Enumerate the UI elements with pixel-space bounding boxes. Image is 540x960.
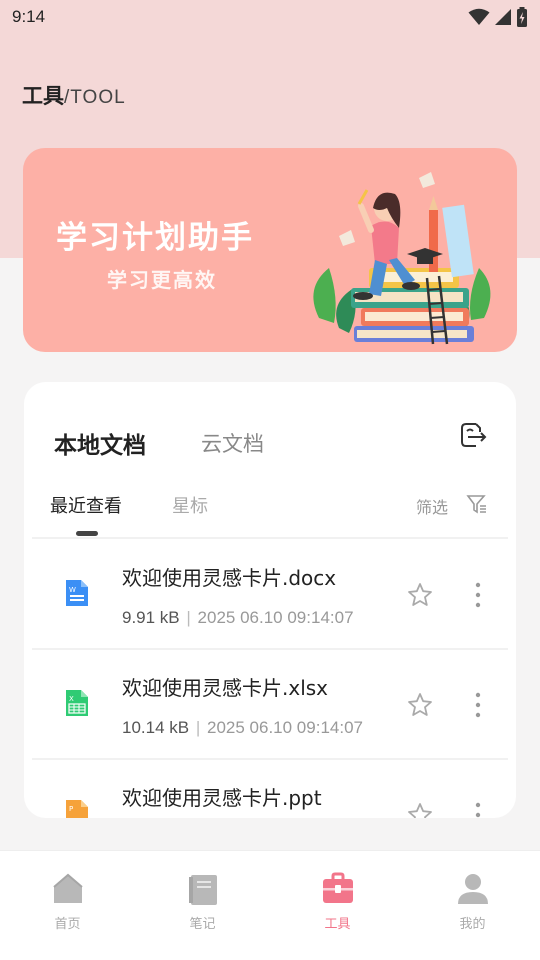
file-size: 10.14 kB: [122, 718, 190, 737]
svg-text:X: X: [69, 695, 74, 703]
file-meta: 10.14 kB | 2025 06.10 09:14:07: [122, 718, 363, 738]
file-name: 欢迎使用灵感卡片.ppt: [122, 786, 322, 810]
filter-button[interactable]: 筛选: [416, 494, 448, 518]
meta-separator: |: [186, 608, 191, 627]
active-tab-indicator: [76, 531, 98, 536]
status-time: 9:14: [12, 7, 46, 26]
banner-title: 学习计划助手: [56, 220, 254, 256]
student-on-books-illustration: [313, 172, 491, 345]
export-file-icon[interactable]: [458, 420, 488, 450]
file-row[interactable]: X 欢迎使用灵感卡片.xlsx 10.14 kB | 2025 06.10 09…: [24, 648, 516, 758]
meta-separator: |: [195, 718, 201, 737]
star-icon[interactable]: [407, 802, 433, 818]
toolbox-icon: [323, 872, 353, 903]
study-plan-banner[interactable]: 学习计划助手 学习更高效: [23, 148, 517, 352]
page-title-sub: /TOOL: [64, 87, 126, 108]
nav-label: 首页: [54, 917, 81, 932]
page-title: 工具 /TOOL: [22, 80, 126, 110]
nav-item-profile[interactable]: 我的: [405, 851, 540, 960]
banner-subtitle: 学习更高效: [107, 268, 217, 292]
file-date: 2025 06.10 09:14:07: [207, 718, 363, 737]
signal-icon: [495, 9, 511, 25]
status-icons: [468, 7, 528, 27]
nav-label: 我的: [459, 917, 486, 932]
word-file-icon: W: [66, 580, 88, 606]
battery-icon: [517, 7, 527, 27]
svg-text:W: W: [69, 586, 76, 594]
filter-icon[interactable]: [465, 492, 489, 516]
file-row[interactable]: W 欢迎使用灵感卡片.docx 9.91 kB | 2025 06.10 09:…: [24, 538, 516, 648]
star-icon[interactable]: [407, 692, 433, 718]
bottom-navigation: 首页 笔记 工具 我的: [0, 850, 540, 960]
user-icon: [458, 874, 488, 904]
tab-cloud-documents[interactable]: 云文档: [201, 428, 264, 458]
tab-local-documents[interactable]: 本地文档: [54, 426, 146, 460]
nav-item-home[interactable]: 首页: [0, 851, 135, 960]
excel-file-icon: X: [66, 690, 88, 716]
notebook-icon: [189, 875, 217, 905]
nav-item-notes[interactable]: 笔记: [135, 851, 270, 960]
more-options-icon[interactable]: [474, 582, 482, 608]
ppt-file-icon: P: [66, 800, 88, 818]
file-name: 欢迎使用灵感卡片.docx: [122, 566, 337, 590]
more-options-icon[interactable]: [474, 802, 482, 818]
tab-starred[interactable]: 星标: [172, 492, 208, 518]
page-title-main: 工具: [22, 84, 64, 108]
file-name: 欢迎使用灵感卡片.xlsx: [122, 676, 329, 700]
documents-card: 本地文档 云文档 最近查看 星标 筛选 W 欢迎使用灵感卡片.docx 9.91…: [24, 382, 516, 818]
home-icon: [53, 873, 83, 903]
nav-label: 笔记: [189, 917, 216, 932]
nav-item-tools[interactable]: 工具: [270, 851, 405, 960]
nav-label: 工具: [324, 917, 351, 932]
file-meta: 9.91 kB | 2025 06.10 09:14:07: [122, 608, 354, 628]
file-size: 9.91 kB: [122, 608, 180, 627]
wifi-icon: [468, 8, 490, 25]
file-date: 2025 06.10 09:14:07: [197, 608, 354, 627]
star-icon[interactable]: [407, 582, 433, 608]
svg-text:P: P: [69, 805, 73, 813]
more-options-icon[interactable]: [474, 692, 482, 718]
file-row[interactable]: P 欢迎使用灵感卡片.ppt: [24, 758, 516, 818]
status-bar: 9:14: [0, 0, 540, 34]
tab-recent[interactable]: 最近查看: [50, 492, 122, 518]
